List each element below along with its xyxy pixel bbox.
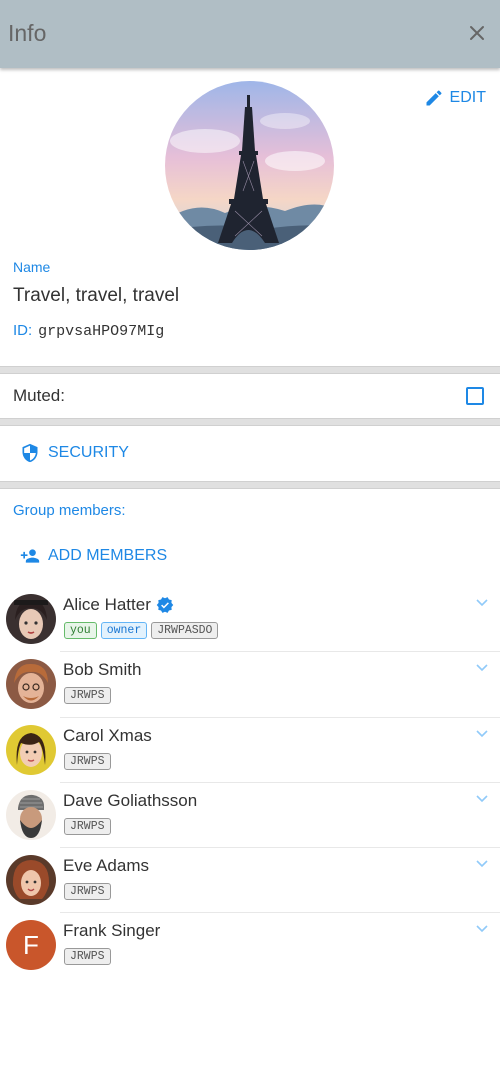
member-badges: JRWPS xyxy=(64,817,111,835)
group-avatar xyxy=(165,81,334,250)
badge-permissions: JRWPASDO xyxy=(151,622,219,639)
section-divider xyxy=(0,366,500,374)
chevron-down-icon[interactable] xyxy=(474,921,490,937)
avatar xyxy=(6,789,56,840)
muted-row: Muted: xyxy=(0,375,500,418)
member-badges: you owner JRWPASDO xyxy=(64,622,219,639)
avatar xyxy=(6,724,56,775)
pencil-icon xyxy=(426,90,442,106)
chevron-down-icon[interactable] xyxy=(474,791,490,807)
badge-permissions: JRWPS xyxy=(64,817,111,835)
member-badges: JRWPS xyxy=(64,752,111,770)
chevron-down-icon[interactable] xyxy=(474,660,490,676)
member-name: Frank Singer xyxy=(63,921,161,941)
verified-badge-icon xyxy=(156,597,174,613)
badge-permissions: JRWPS xyxy=(64,752,111,770)
shield-icon xyxy=(22,443,38,463)
member-badges: JRWPS xyxy=(64,948,111,966)
member-item[interactable]: F Frank Singer JRWPS xyxy=(0,913,500,978)
member-item[interactable]: Bob Smith JRWPS xyxy=(0,652,500,718)
member-item[interactable]: Carol Xmas JRWPS xyxy=(0,718,500,783)
name-label: Name xyxy=(13,259,51,275)
badge-permissions: JRWPS xyxy=(64,883,111,901)
group-id-row: ID: grpvsaHPO97MIg xyxy=(13,322,164,340)
badge-owner: owner xyxy=(100,622,148,639)
member-name: Eve Adams xyxy=(63,856,149,876)
add-members-button[interactable]: ADD MEMBERS xyxy=(18,546,167,566)
member-name: Carol Xmas xyxy=(63,725,152,745)
close-icon[interactable] xyxy=(464,20,490,46)
group-id: grpvsaHPO97MIg xyxy=(38,323,165,340)
member-item[interactable]: Eve Adams JRWPS xyxy=(0,848,500,914)
member-badges: JRWPS xyxy=(64,883,111,901)
member-item[interactable]: Dave Goliathsson JRWPS xyxy=(0,783,500,849)
group-members-label: Group members: xyxy=(13,502,126,519)
badge-you: you xyxy=(64,622,97,639)
security-button[interactable]: SECURITY xyxy=(20,442,129,464)
security-label: SECURITY xyxy=(48,444,129,461)
id-label: ID: xyxy=(13,322,33,339)
member-name: Dave Goliathsson xyxy=(63,790,198,810)
member-name: Alice Hatter xyxy=(63,595,174,615)
member-name: Bob Smith xyxy=(63,660,142,680)
avatar xyxy=(6,594,56,644)
edit-label: EDIT xyxy=(449,89,486,106)
avatar xyxy=(6,855,56,906)
muted-label: Muted: xyxy=(13,386,65,405)
group-name: Travel, travel, travel xyxy=(13,285,180,306)
member-badges: JRWPS xyxy=(64,687,111,705)
add-person-icon xyxy=(20,549,40,563)
chevron-down-icon[interactable] xyxy=(474,856,490,872)
edit-button[interactable]: EDIT xyxy=(424,88,486,108)
section-divider xyxy=(0,418,500,426)
avatar: F xyxy=(6,920,56,971)
badge-permissions: JRWPS xyxy=(64,687,111,705)
muted-checkbox[interactable] xyxy=(466,387,484,405)
chevron-down-icon[interactable] xyxy=(474,595,490,611)
badge-permissions: JRWPS xyxy=(64,948,111,966)
section-divider xyxy=(0,481,500,489)
members-list: Alice Hatter you owner JRWPASDO Bob Smit… xyxy=(0,587,500,979)
header-bar: Info xyxy=(0,0,500,68)
header-title: Info xyxy=(8,20,47,46)
add-members-label: ADD MEMBERS xyxy=(48,547,168,564)
member-item[interactable]: Alice Hatter you owner JRWPASDO xyxy=(0,587,500,653)
avatar xyxy=(6,659,56,710)
chevron-down-icon[interactable] xyxy=(474,726,490,742)
